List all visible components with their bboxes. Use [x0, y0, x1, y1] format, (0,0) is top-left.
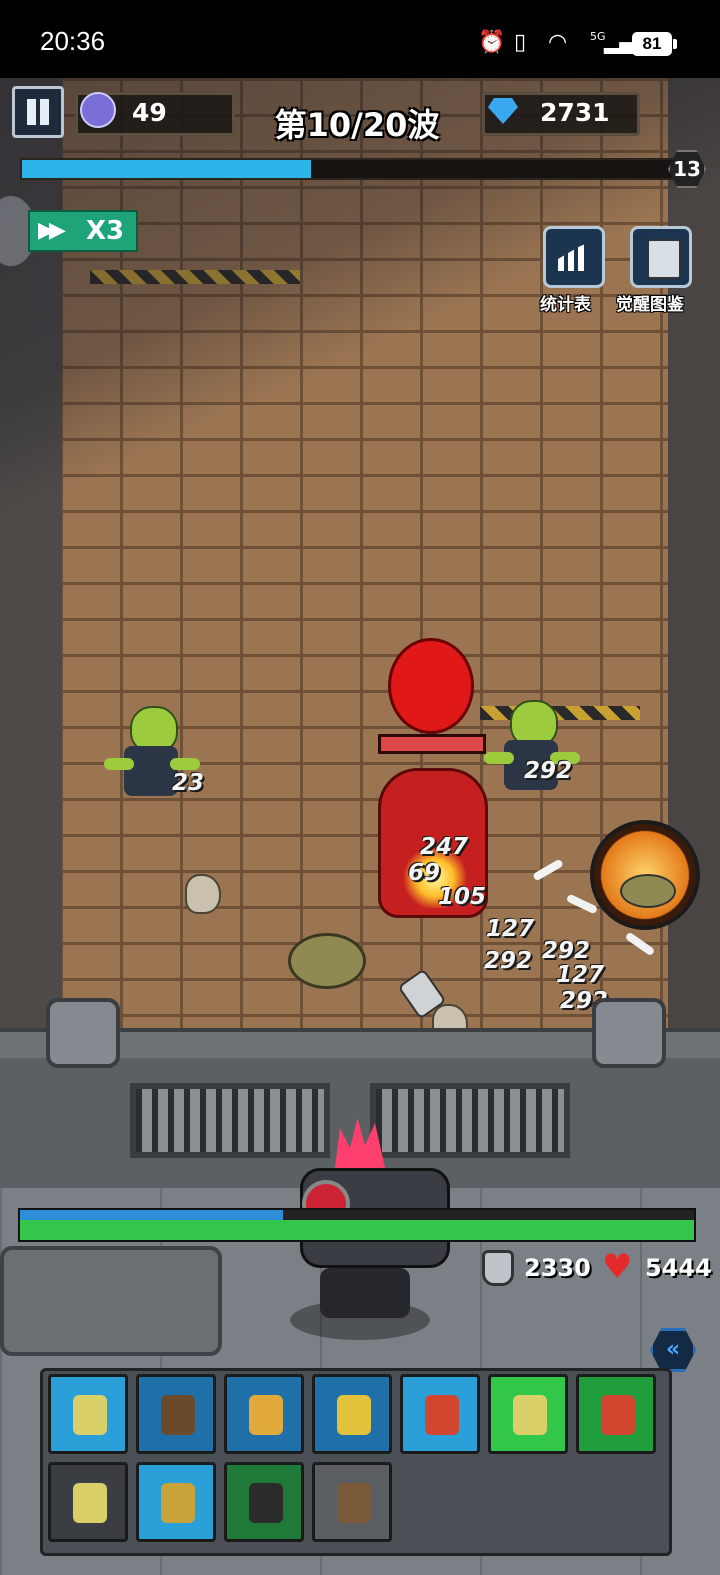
orb-bomb-icon	[249, 1395, 283, 1435]
landmine-icon	[620, 874, 676, 908]
wave-progress-fill	[22, 160, 311, 178]
speed-label: X3	[86, 216, 125, 246]
inventory-slot[interactable]	[224, 1462, 304, 1542]
landmine-icon	[161, 1483, 195, 1523]
inventory-slot[interactable]	[136, 1462, 216, 1542]
player-shield-fill	[20, 1210, 283, 1220]
landmine-skill-button[interactable]	[590, 820, 700, 930]
heart-icon: ♥	[602, 1247, 633, 1287]
damage-number: 292	[524, 758, 573, 784]
damage-number: 105	[438, 884, 487, 910]
zombie-enemy	[484, 700, 580, 810]
hero-legs	[320, 1268, 410, 1318]
inventory-slot[interactable]	[576, 1374, 656, 1454]
dynamite-icon	[425, 1395, 459, 1435]
damage-number: 292	[484, 948, 533, 974]
awaken-codex-label: 觉醒图鉴	[616, 295, 684, 315]
purple-gem-icon	[80, 92, 116, 128]
zombie-enemy	[104, 706, 200, 816]
awaken-codex-button[interactable]	[630, 226, 692, 288]
vibrate-icon: ▯	[514, 30, 527, 55]
diamond-value: 2731	[540, 98, 610, 127]
inventory-slot[interactable]	[400, 1374, 480, 1454]
stats-button[interactable]	[543, 226, 605, 288]
chart-icon	[558, 241, 592, 271]
dynamite-icon	[601, 1395, 635, 1435]
player-hp-fill	[20, 1220, 694, 1240]
inventory-slot[interactable]	[48, 1462, 128, 1542]
damage-number: 247	[420, 834, 469, 860]
fast-forward-icon: ▶▶	[38, 218, 66, 243]
stats-label: 统计表	[540, 295, 591, 315]
status-time: 20:36	[40, 26, 106, 56]
hp-value: 5444	[645, 1254, 712, 1282]
battery-indicator: 81	[632, 32, 677, 56]
wave-indicator: 第10/20波	[274, 106, 440, 144]
fence-post	[46, 998, 120, 1068]
game-scene[interactable]: 23 292 247 69 105 127 292 292 127 292 12…	[0, 78, 720, 1575]
armor-value: 2330	[524, 1254, 591, 1282]
armor-icon	[482, 1250, 514, 1286]
glove-icon	[249, 1483, 283, 1523]
damage-number: 127	[486, 916, 535, 942]
boss-health-bar	[378, 734, 486, 754]
alarm-icon: ⏰	[478, 30, 506, 55]
floor-plate	[0, 1246, 222, 1356]
hero-hair	[335, 1118, 385, 1168]
gem-value: 49	[132, 98, 167, 127]
status-bar: 20:36 ⏰ ▯ ◠ 5G ▂▄▆ 81	[0, 0, 720, 78]
speed-toggle-button[interactable]: ▶▶ X3	[28, 210, 138, 252]
damage-number: 69	[408, 860, 441, 886]
molotov-icon	[73, 1483, 107, 1523]
wifi-icon: ◠	[548, 30, 568, 55]
rock	[185, 874, 221, 914]
gauntlet-icon	[337, 1395, 371, 1435]
landmine	[288, 933, 366, 989]
shotgun-icon	[161, 1395, 195, 1435]
boss-balloon	[388, 638, 474, 734]
damage-number: 292	[542, 938, 591, 964]
molotov-icon	[513, 1395, 547, 1435]
fence-post	[592, 998, 666, 1068]
inventory-slot[interactable]	[488, 1374, 568, 1454]
inventory-slot[interactable]	[312, 1374, 392, 1454]
inventory-slot[interactable]	[48, 1374, 128, 1454]
inventory-slot[interactable]	[312, 1462, 392, 1542]
light-shadow	[0, 78, 720, 548]
rifle-icon	[337, 1483, 371, 1523]
book-icon	[647, 239, 681, 279]
pause-button[interactable]	[12, 86, 64, 138]
molotov-icon	[73, 1395, 107, 1435]
inventory-slot[interactable]	[224, 1374, 304, 1454]
damage-number: 23	[172, 770, 205, 796]
damage-number: 127	[556, 962, 605, 988]
inventory-slot[interactable]	[136, 1374, 216, 1454]
